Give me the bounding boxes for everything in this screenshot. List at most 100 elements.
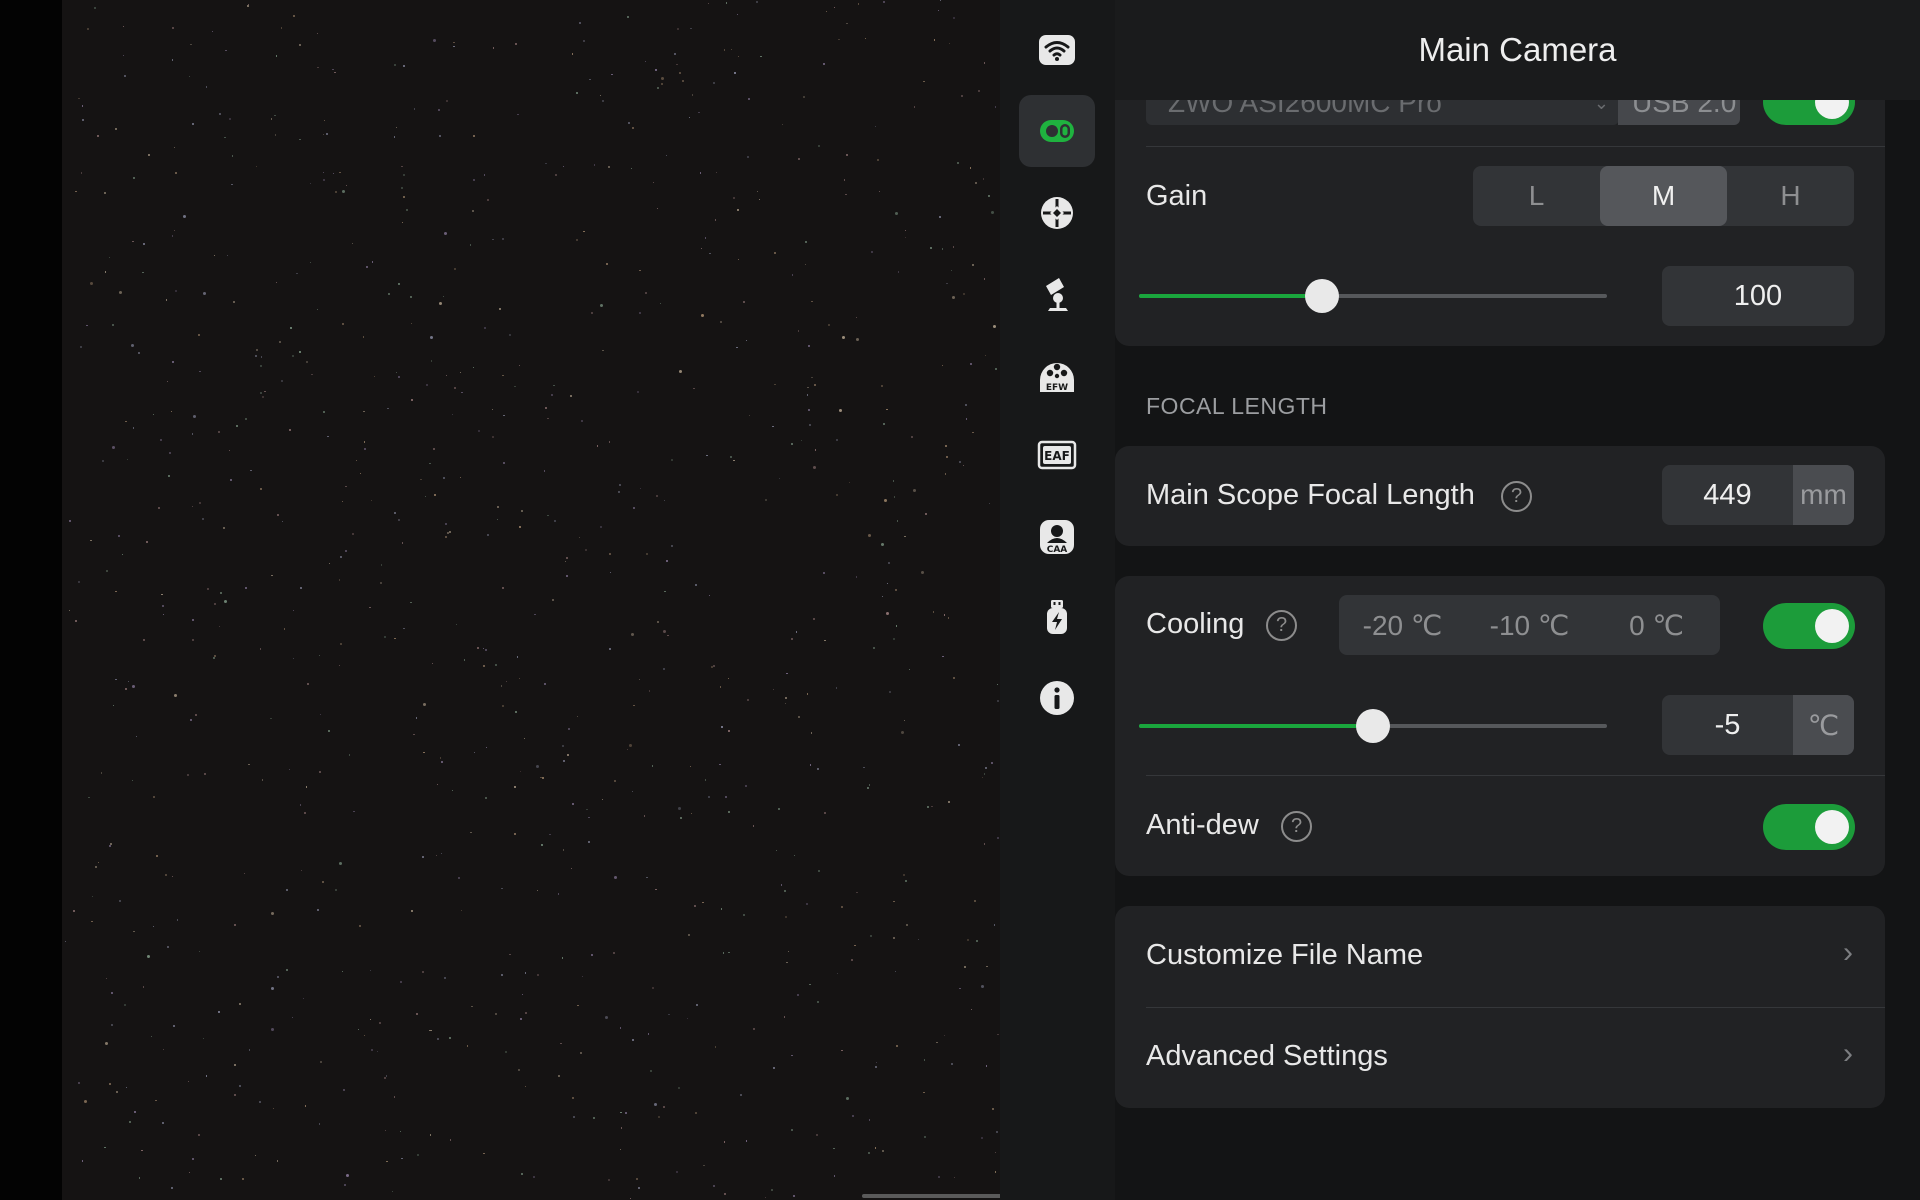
rail-item-focuser[interactable]: EAF: [1019, 419, 1095, 491]
star: [290, 327, 292, 329]
star: [660, 77, 664, 81]
star: [702, 901, 704, 903]
focal-length-card: Main Scope Focal Length ? 449 mm: [1115, 446, 1885, 546]
star: [813, 466, 817, 470]
gain-preset-h[interactable]: H: [1727, 166, 1854, 226]
star: [565, 556, 568, 559]
star: [126, 458, 128, 461]
star: [415, 717, 418, 719]
star: [387, 408, 389, 410]
star: [895, 211, 899, 215]
star: [965, 418, 968, 420]
gain-preset-m[interactable]: M: [1600, 166, 1727, 226]
gain-slider[interactable]: [1139, 279, 1607, 313]
star: [609, 553, 612, 556]
star: [562, 849, 565, 851]
star: [904, 535, 906, 538]
focal-length-help-icon[interactable]: ?: [1501, 481, 1532, 512]
star: [218, 625, 221, 628]
cooling-help-icon[interactable]: ?: [1266, 610, 1297, 641]
star: [579, 21, 582, 24]
star: [403, 64, 406, 67]
anti-dew-help-icon[interactable]: ?: [1281, 811, 1312, 842]
star: [599, 94, 602, 97]
star: [824, 639, 826, 642]
star: [583, 230, 585, 232]
cooling-value-field[interactable]: -5 ℃: [1662, 695, 1854, 755]
star: [115, 679, 117, 681]
gain-slider-thumb[interactable]: [1304, 279, 1339, 313]
star: [97, 135, 99, 137]
star: [197, 334, 200, 337]
cooling-slider-thumb[interactable]: [1356, 709, 1390, 743]
star: [446, 99, 449, 102]
star: [429, 1134, 431, 1136]
star: [443, 476, 446, 479]
customize-file-name-row[interactable]: Customize File Name ›: [1115, 906, 1885, 1007]
star: [841, 336, 845, 339]
star: [134, 1111, 136, 1113]
gain-value-field[interactable]: 100: [1662, 266, 1854, 326]
star: [956, 162, 959, 165]
star: [716, 171, 718, 174]
star: [406, 209, 408, 211]
rail-item-filter-wheel[interactable]: EFW: [1019, 338, 1095, 410]
cooling-preset-minus20[interactable]: -20 ℃: [1339, 595, 1466, 655]
cooling-slider[interactable]: [1139, 709, 1607, 743]
anti-dew-toggle[interactable]: [1763, 804, 1855, 850]
star: [675, 1170, 678, 1173]
star: [646, 877, 648, 879]
star: [817, 870, 820, 873]
rail-item-power[interactable]: [1019, 581, 1095, 653]
cooling-toggle[interactable]: [1763, 603, 1855, 649]
cooling-preset-0[interactable]: 0 ℃: [1593, 595, 1720, 655]
advanced-settings-label: Advanced Settings: [1146, 1040, 1388, 1072]
star: [786, 673, 788, 675]
rail-item-guide[interactable]: [1019, 177, 1095, 249]
star: [796, 994, 799, 997]
star: [272, 1107, 275, 1110]
rail-item-info[interactable]: [1019, 662, 1095, 734]
star: [504, 1050, 507, 1053]
star: [632, 126, 635, 129]
star: [501, 887, 503, 890]
star: [193, 414, 197, 418]
star: [138, 1177, 141, 1179]
rail-item-wifi[interactable]: [1019, 14, 1095, 86]
star: [661, 83, 664, 86]
star: [115, 128, 117, 130]
star: [728, 951, 730, 954]
star: [746, 699, 749, 702]
star: [483, 326, 486, 329]
star: [635, 1177, 638, 1180]
star: [423, 751, 425, 754]
star: [365, 265, 368, 268]
star: [344, 1184, 347, 1187]
cooling-unit: ℃: [1793, 695, 1854, 755]
cooling-preset-minus10[interactable]: -10 ℃: [1466, 595, 1593, 655]
star: [318, 1123, 321, 1125]
star: [631, 168, 633, 170]
rail-item-rotator[interactable]: CAA: [1019, 500, 1095, 572]
advanced-settings-row[interactable]: Advanced Settings ›: [1115, 1007, 1885, 1108]
star: [851, 959, 854, 962]
rail-item-main-camera[interactable]: [1019, 95, 1095, 167]
star: [953, 1176, 956, 1179]
star: [444, 536, 447, 539]
star: [833, 1175, 836, 1177]
star: [188, 1172, 191, 1174]
star: [619, 1148, 622, 1150]
star: [492, 239, 494, 241]
star: [677, 28, 680, 31]
star: [671, 545, 673, 547]
star: [736, 346, 738, 349]
rail-item-mount[interactable]: [1019, 258, 1095, 330]
star: [254, 354, 257, 357]
star: [242, 1178, 245, 1181]
star: [364, 447, 367, 450]
focal-length-field[interactable]: 449 mm: [1662, 465, 1854, 525]
gain-preset-l[interactable]: L: [1473, 166, 1600, 226]
star: [655, 888, 657, 890]
star: [429, 462, 431, 465]
sky-preview-image[interactable]: [62, 0, 1000, 1200]
